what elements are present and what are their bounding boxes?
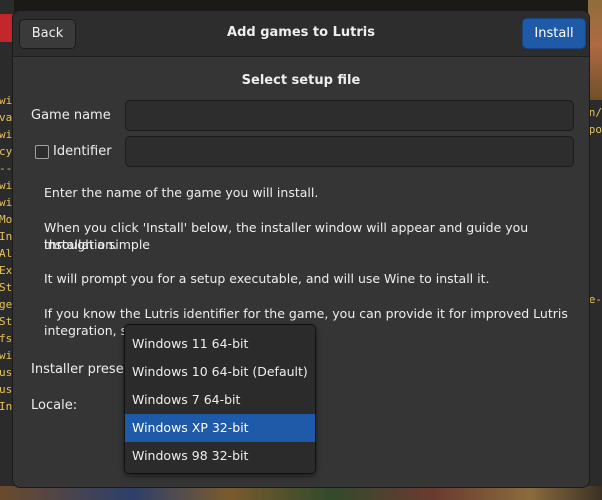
terminal-line: po bbox=[588, 123, 602, 136]
locale-label: Locale: bbox=[31, 398, 78, 413]
menu-item-windows-10[interactable]: Windows 10 64-bit (Default) bbox=[125, 358, 315, 386]
info-paragraph-4-line-1: If you know the Lutris identifier for th… bbox=[44, 306, 568, 321]
terminal-line: wi bbox=[0, 196, 13, 209]
game-name-label: Game name bbox=[31, 108, 111, 123]
terminal-line: -- bbox=[0, 162, 13, 175]
game-name-input[interactable] bbox=[125, 100, 574, 131]
terminal-line: ge bbox=[0, 298, 13, 311]
section-title: Select setup file bbox=[241, 73, 361, 88]
terminal-line: In bbox=[0, 400, 13, 413]
menu-item-windows-7[interactable]: Windows 7 64-bit bbox=[125, 386, 315, 414]
terminal-line: e- bbox=[588, 293, 602, 306]
background-right-terminal bbox=[588, 0, 602, 500]
terminal-line: Al bbox=[0, 247, 13, 260]
info-paragraph-3: It will prompt you for a setup executabl… bbox=[44, 271, 490, 286]
identifier-label: Identifier bbox=[53, 144, 112, 159]
terminal-line: St bbox=[0, 281, 13, 294]
menu-item-windows-xp[interactable]: Windows XP 32-bit bbox=[125, 414, 315, 442]
terminal-line: us bbox=[0, 383, 13, 396]
terminal-line: va bbox=[0, 111, 13, 124]
install-button[interactable]: Install bbox=[522, 18, 586, 49]
terminal-line: us bbox=[0, 366, 13, 379]
terminal-line: wi bbox=[0, 179, 13, 192]
terminal-line: fs bbox=[0, 332, 13, 345]
info-paragraph-2-line-2: installation. bbox=[44, 237, 117, 252]
terminal-line: wi bbox=[0, 128, 13, 141]
background-art-stripe bbox=[588, 0, 602, 100]
menu-item-windows-98[interactable]: Windows 98 32-bit bbox=[125, 442, 315, 470]
terminal-line: In bbox=[0, 230, 13, 243]
identifier-checkbox[interactable] bbox=[35, 145, 49, 159]
terminal-line: n/ bbox=[588, 106, 602, 119]
installer-preset-menu: Windows 11 64-bit Windows 10 64-bit (Def… bbox=[124, 324, 316, 474]
terminal-line: cy bbox=[0, 145, 13, 158]
terminal-line: Mo bbox=[0, 213, 13, 226]
terminal-line: Ex bbox=[0, 264, 13, 277]
menu-item-windows-11[interactable]: Windows 11 64-bit bbox=[125, 330, 315, 358]
identifier-input[interactable] bbox=[125, 136, 574, 167]
background-game-art-strip bbox=[0, 486, 602, 500]
info-paragraph-1: Enter the name of the game you will inst… bbox=[44, 185, 319, 200]
terminal-line: St bbox=[0, 315, 13, 328]
installer-preset-label: Installer preset: bbox=[31, 362, 134, 377]
dialog-headerbar: Back Add games to Lutris Install bbox=[13, 11, 589, 57]
terminal-line: wi bbox=[0, 349, 13, 362]
dialog-title: Add games to Lutris bbox=[227, 25, 375, 40]
terminal-line: wi bbox=[0, 94, 13, 107]
